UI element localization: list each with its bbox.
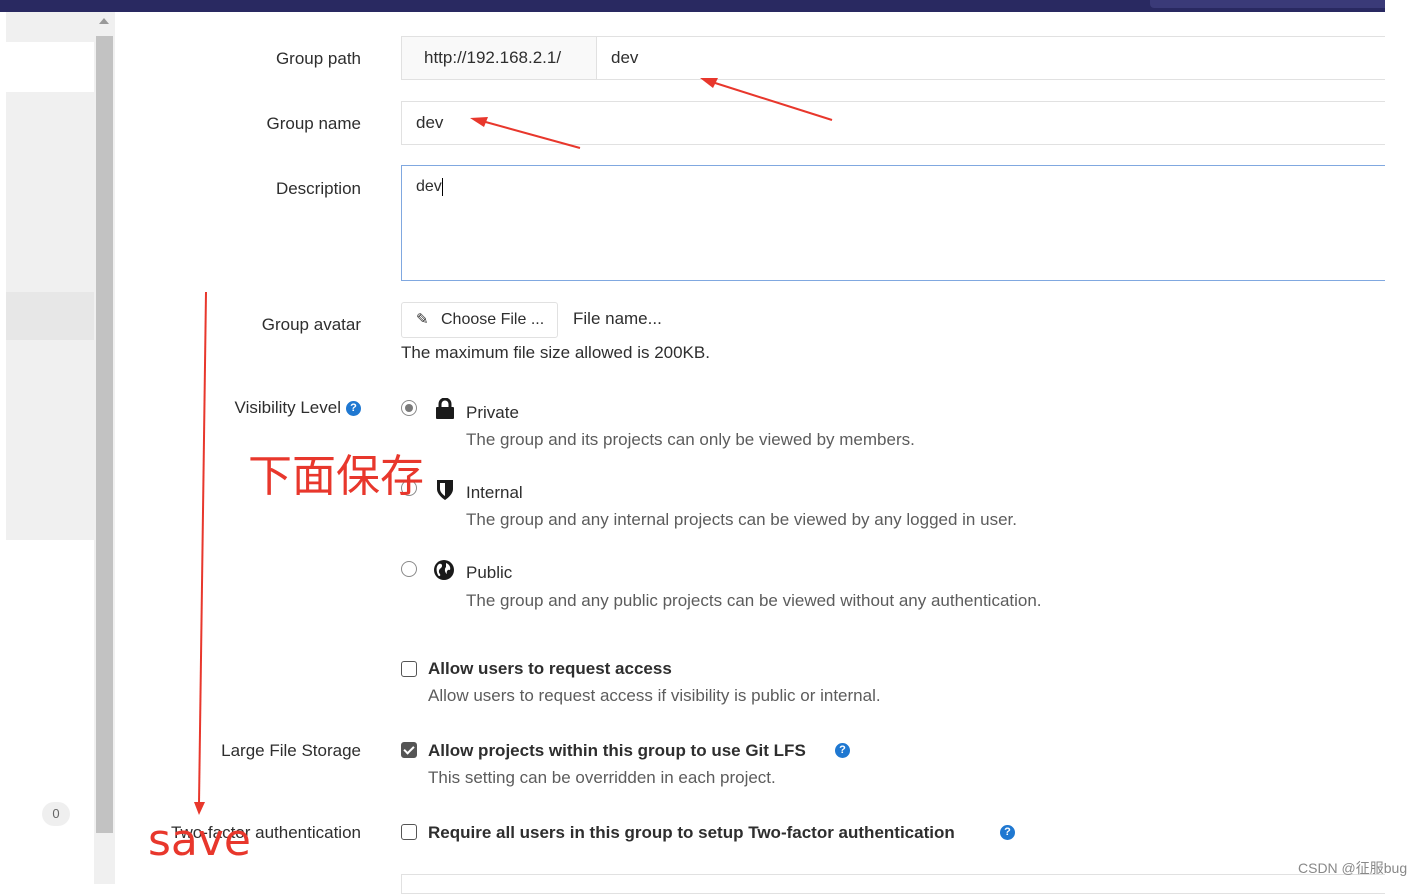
watermark: CSDN @征服bug (1298, 860, 1408, 876)
annotation-save-text: save (148, 815, 251, 866)
annotation-chinese-text: 下面保存 (248, 451, 424, 502)
annotation-arrows (194, 78, 833, 815)
